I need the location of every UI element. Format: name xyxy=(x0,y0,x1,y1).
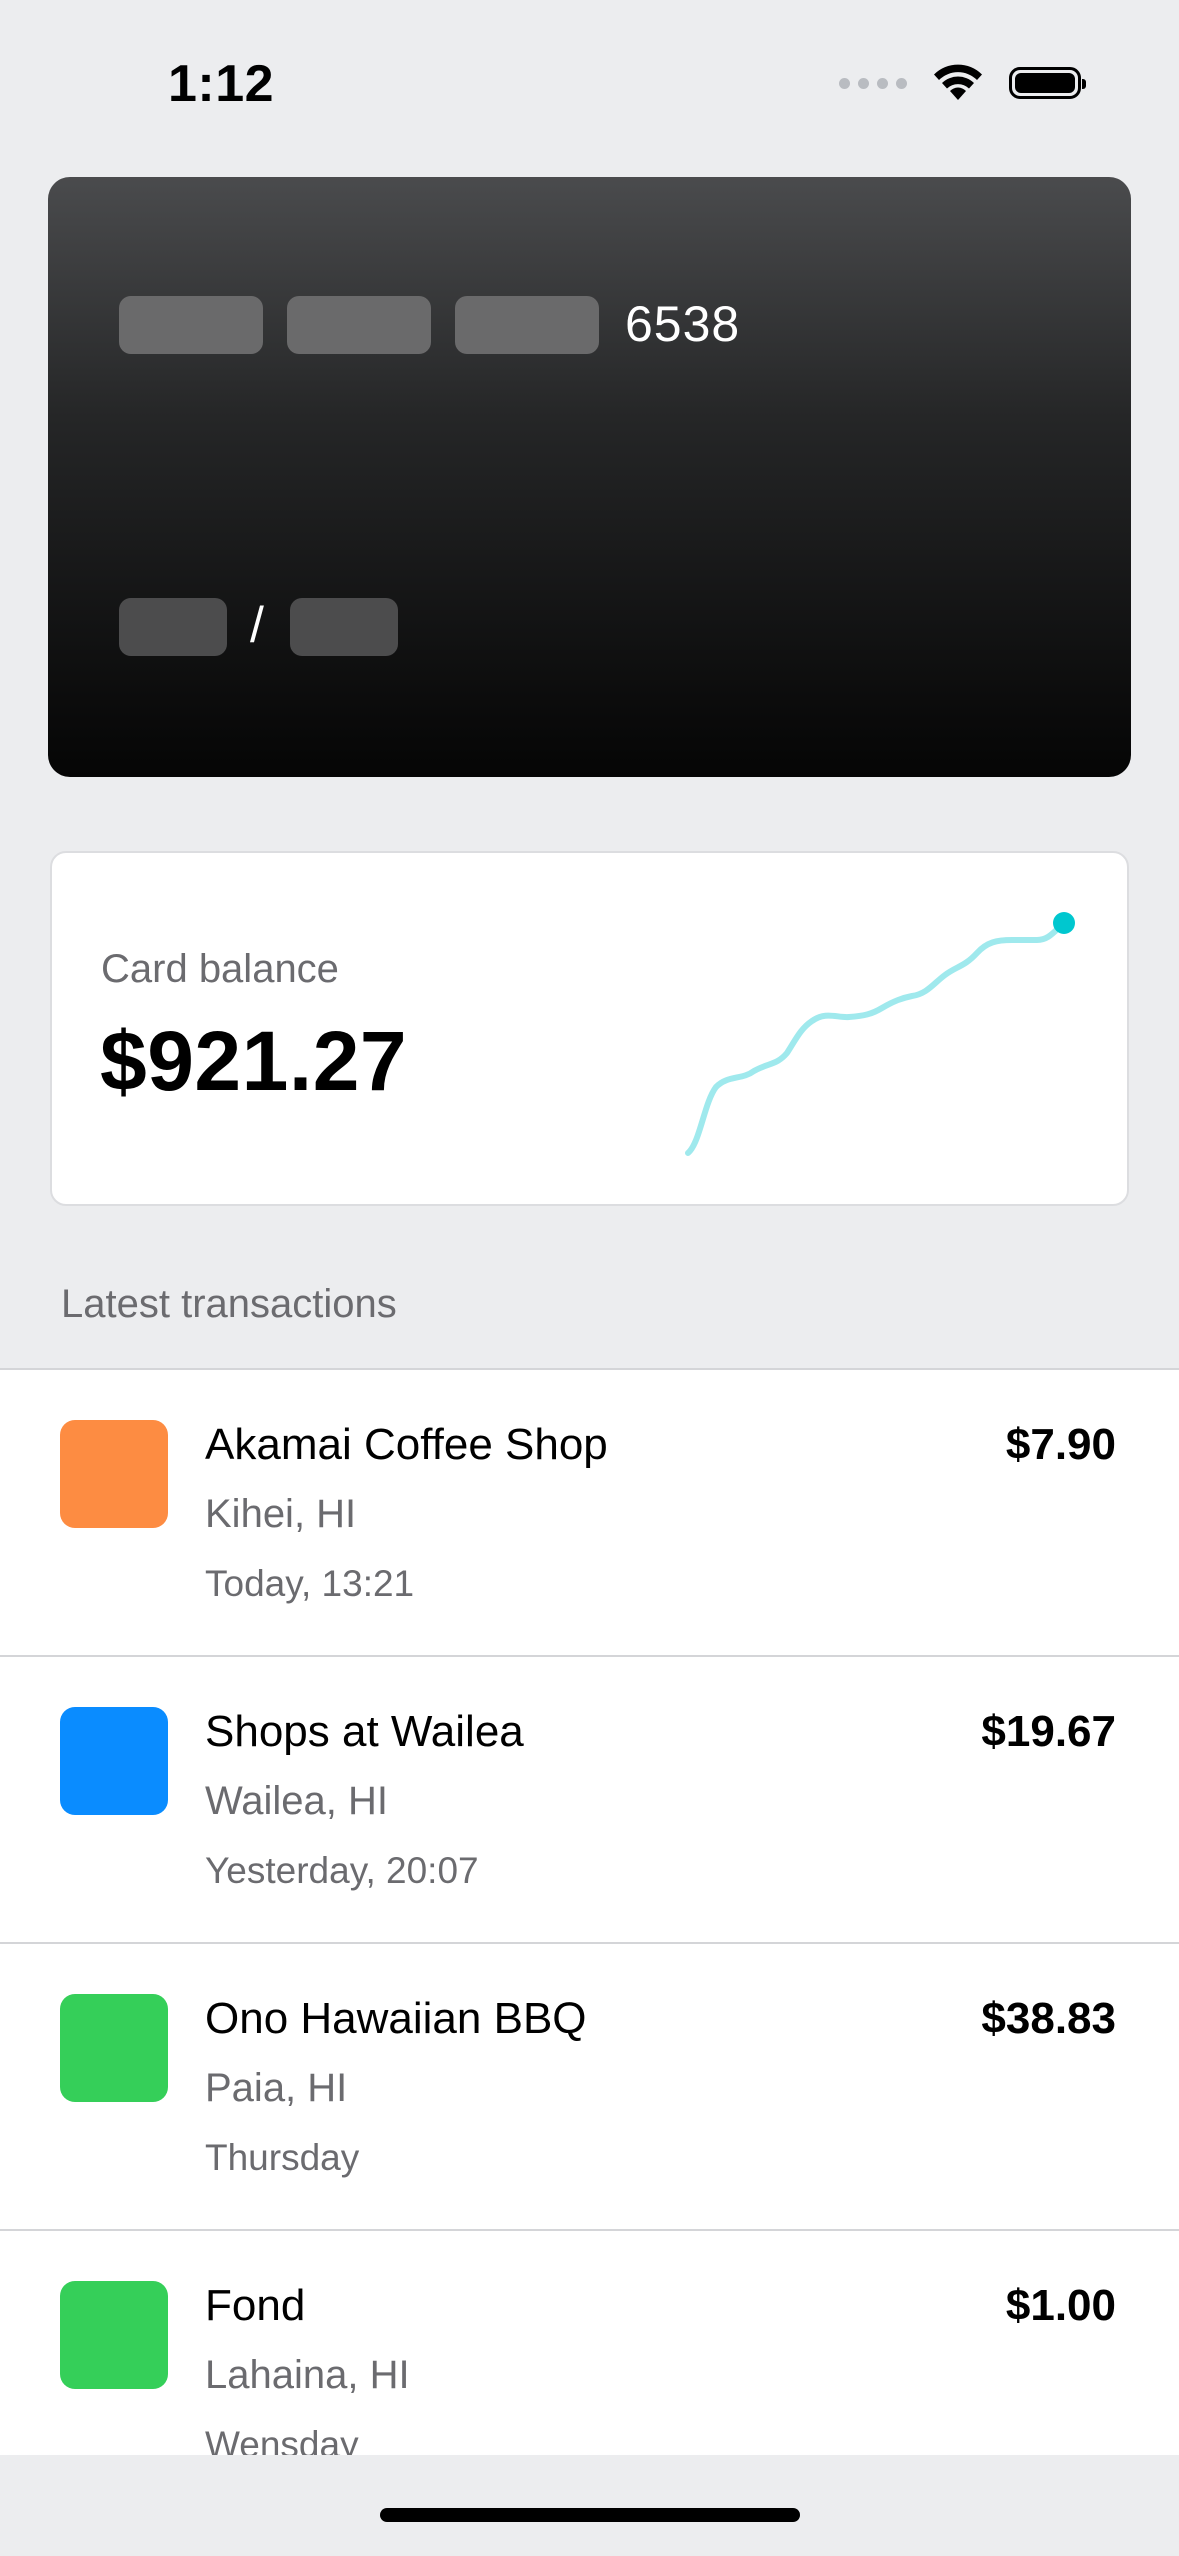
battery-icon xyxy=(1009,67,1086,99)
transaction-row[interactable]: Shops at Wailea Wailea, HI Yesterday, 20… xyxy=(0,1655,1179,1942)
merchant-location: Wailea, HI xyxy=(205,1779,389,1823)
merchant-color-swatch xyxy=(60,1420,168,1528)
merchant-name: Fond xyxy=(205,2281,306,2330)
expiry-year-mask xyxy=(290,598,398,656)
transaction-amount: $38.83 xyxy=(981,1994,1116,2043)
transaction-amount: $7.90 xyxy=(1005,1420,1116,1469)
credit-card[interactable]: 6538 / xyxy=(48,177,1131,777)
merchant-name: Shops at Wailea xyxy=(205,1707,524,1756)
balance-widget: Card balance $921.27 xyxy=(50,851,1129,1206)
latest-transactions-header: Latest transactions xyxy=(61,1282,397,1326)
merchant-color-swatch xyxy=(60,1994,168,2102)
transactions-list[interactable]: Akamai Coffee Shop Kihei, HI Today, 13:2… xyxy=(0,1368,1179,2455)
transaction-row[interactable]: Fond Lahaina, HI Wensday $1.00 xyxy=(0,2229,1179,2455)
transaction-time: Wensday xyxy=(205,2424,359,2455)
merchant-location: Paia, HI xyxy=(205,2066,348,2110)
card-number-mask xyxy=(287,296,431,354)
transaction-amount: $1.00 xyxy=(1005,2281,1116,2330)
merchant-color-swatch xyxy=(60,1707,168,1815)
wifi-icon xyxy=(933,64,983,102)
merchant-color-swatch xyxy=(60,2281,168,2389)
sparkline-endpoint xyxy=(1053,912,1075,934)
merchant-location: Lahaina, HI xyxy=(205,2353,410,2397)
status-indicators xyxy=(839,64,1086,102)
expiry-month-mask xyxy=(119,598,227,656)
card-last-four: 6538 xyxy=(625,296,741,352)
status-time: 1:12 xyxy=(168,55,275,113)
merchant-location: Kihei, HI xyxy=(205,1492,357,1536)
signal-dots-icon xyxy=(839,77,907,89)
transaction-row[interactable]: Ono Hawaiian BBQ Paia, HI Thursday $38.8… xyxy=(0,1942,1179,2229)
card-number-mask xyxy=(119,296,263,354)
merchant-name: Ono Hawaiian BBQ xyxy=(205,1994,587,2043)
balance-sparkline xyxy=(685,912,1075,1156)
expiry-separator: / xyxy=(250,597,264,653)
home-indicator[interactable] xyxy=(380,2508,800,2522)
card-number-mask xyxy=(455,296,599,354)
transaction-time: Today, 13:21 xyxy=(205,1563,415,1604)
transaction-row[interactable]: Akamai Coffee Shop Kihei, HI Today, 13:2… xyxy=(0,1368,1179,1655)
transaction-amount: $19.67 xyxy=(981,1707,1116,1756)
transaction-time: Thursday xyxy=(205,2137,360,2178)
transaction-time: Yesterday, 20:07 xyxy=(205,1850,479,1891)
merchant-name: Akamai Coffee Shop xyxy=(205,1420,608,1469)
